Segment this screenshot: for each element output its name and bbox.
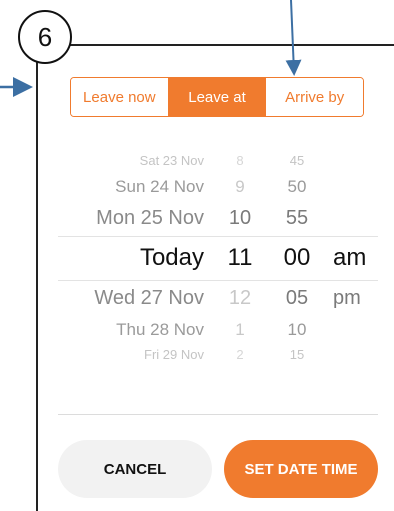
annotation-arrow-icon — [285, 0, 302, 76]
annotation-arrows — [0, 0, 302, 97]
